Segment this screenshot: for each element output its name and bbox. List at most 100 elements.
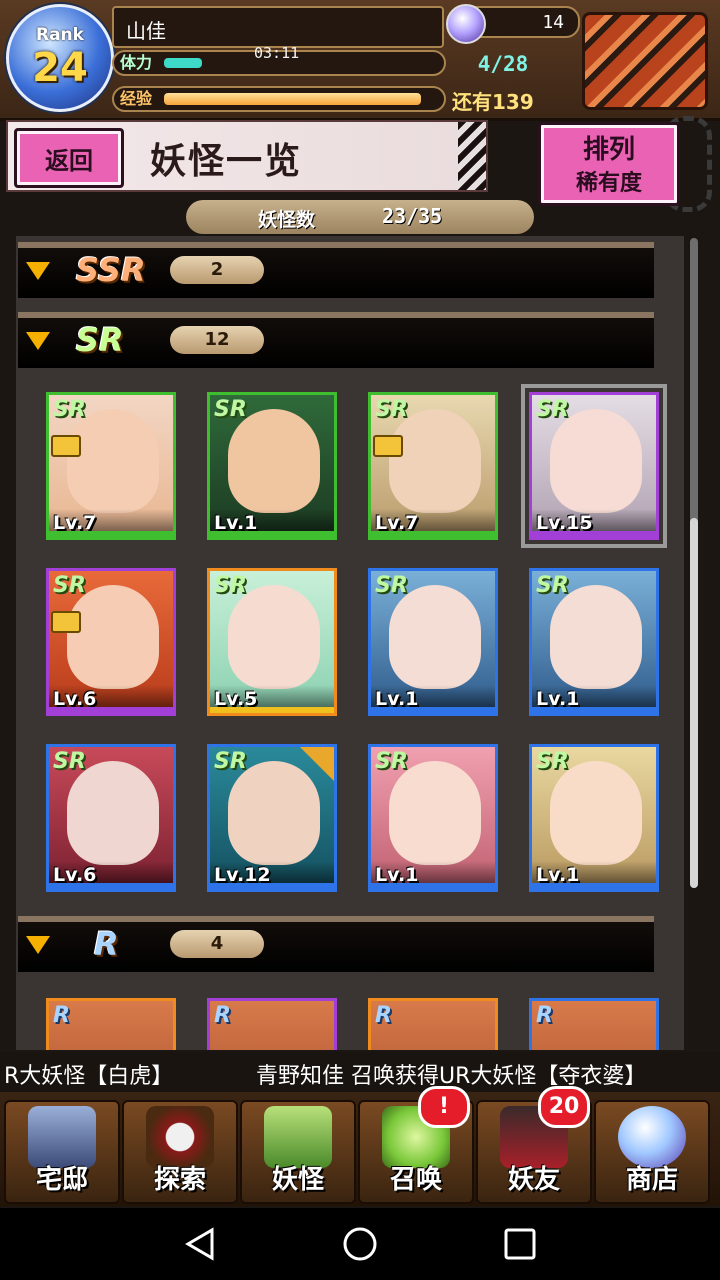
treasure-chest-icon[interactable] bbox=[582, 12, 708, 110]
nav-mansion[interactable]: 宅邸 bbox=[4, 1100, 120, 1204]
rarity-badge: SR bbox=[375, 749, 408, 774]
monster-card[interactable]: SR Lv.1 bbox=[368, 744, 498, 892]
news-ticker: R大妖怪【白虎】 青野知佳 召唤获得UR大妖怪【夺衣婆】 bbox=[0, 1052, 720, 1092]
home-icon[interactable] bbox=[342, 1226, 378, 1262]
ticker-text-left: R大妖怪【白虎】 bbox=[4, 1064, 174, 1089]
monster-card[interactable]: R bbox=[46, 998, 176, 1050]
monster-portrait bbox=[550, 409, 642, 513]
monster-portrait bbox=[389, 761, 481, 865]
rarity-badge: SR bbox=[53, 397, 86, 422]
rarity-badge: SR bbox=[53, 749, 86, 774]
summon-alert-badge: ! bbox=[418, 1086, 470, 1128]
back-button[interactable]: 返回 bbox=[14, 128, 124, 188]
monster-card[interactable]: SR Lv.1 bbox=[207, 392, 337, 540]
nav-label: 妖怪 bbox=[271, 1165, 324, 1195]
monster-count-bar: 妖怪数 23/35 bbox=[186, 200, 534, 234]
rarity-badge: SR bbox=[375, 573, 408, 598]
rank-emblem[interactable]: Rank 24 bbox=[6, 4, 114, 112]
back-button-label: 返回 bbox=[45, 147, 93, 175]
frame-stripe bbox=[532, 531, 656, 537]
monster-portrait bbox=[550, 585, 642, 689]
rarity-badge: SSR bbox=[76, 251, 146, 289]
nav-label: 宅邸 bbox=[35, 1165, 88, 1195]
rarity-badge: SR bbox=[214, 749, 247, 774]
nav-monsters[interactable]: 妖怪 bbox=[240, 1100, 356, 1204]
triangle-down-icon bbox=[26, 936, 50, 954]
recents-icon[interactable] bbox=[502, 1226, 538, 1262]
monster-card[interactable]: SR Lv.7 bbox=[368, 392, 498, 540]
section-count: 2 bbox=[170, 256, 264, 284]
monster-card[interactable]: R bbox=[207, 998, 337, 1050]
stamina-label: 体力 bbox=[120, 53, 153, 72]
scrollbar-thumb[interactable] bbox=[690, 518, 698, 888]
nav-explore[interactable]: 探索 bbox=[122, 1100, 238, 1204]
monster-portrait bbox=[389, 585, 481, 689]
rarity-badge: SR bbox=[214, 573, 247, 598]
monster-card[interactable]: SR Lv.5 bbox=[207, 568, 337, 716]
stamina-bar: 体力 03:11 bbox=[112, 44, 446, 76]
rarity-badge: R bbox=[94, 925, 119, 963]
list-scrollbar[interactable] bbox=[690, 238, 698, 888]
stamina-fill bbox=[164, 58, 202, 68]
rarity-badge: SR bbox=[536, 749, 569, 774]
monster-portrait bbox=[67, 409, 159, 513]
frame-stripe bbox=[49, 883, 173, 889]
player-name-box[interactable]: 山佳 bbox=[112, 6, 444, 48]
monster-card-selected[interactable]: SR Lv.15 bbox=[521, 384, 667, 548]
stamina-value: 4/28 bbox=[477, 52, 529, 76]
section-header-sr[interactable]: SR 12 bbox=[18, 312, 654, 368]
rarity-badge: SR bbox=[536, 397, 569, 422]
nav-label: 探索 bbox=[153, 1165, 206, 1195]
section-header-ssr[interactable]: SSR 2 bbox=[18, 242, 654, 298]
lock-icon bbox=[51, 611, 81, 633]
monster-card[interactable]: SR Lv.6 bbox=[46, 568, 176, 716]
monster-card[interactable]: SR Lv.1 bbox=[529, 744, 659, 892]
player-name: 山佳 bbox=[126, 19, 166, 43]
triangle-down-icon bbox=[26, 262, 50, 280]
back-icon[interactable] bbox=[182, 1226, 218, 1262]
rank-value: 24 bbox=[32, 45, 88, 91]
sort-button-value: 稀有度 bbox=[575, 171, 642, 196]
rarity-badge: SR bbox=[536, 573, 569, 598]
system-navigation-bar bbox=[0, 1208, 720, 1280]
monster-count-value: 23/35 bbox=[382, 204, 443, 228]
frame-stripe bbox=[532, 883, 656, 889]
friends-count-badge: 20 bbox=[538, 1086, 590, 1128]
nav-label: 召唤 bbox=[389, 1165, 442, 1195]
rank-label: Rank bbox=[36, 25, 84, 45]
nav-label: 商店 bbox=[625, 1165, 678, 1195]
monster-portrait bbox=[67, 585, 159, 689]
exp-label: 经验 bbox=[120, 89, 153, 108]
monster-portrait bbox=[389, 409, 481, 513]
monster-list[interactable]: SSR 2 SR 12 SR Lv.7 SR Lv.1 SR Lv.7 SR L… bbox=[16, 236, 684, 1050]
monster-card[interactable]: R bbox=[529, 998, 659, 1050]
monster-portrait bbox=[228, 585, 320, 689]
rarity-badge: SR bbox=[53, 573, 86, 598]
sort-button[interactable]: 排列 稀有度 bbox=[538, 122, 680, 206]
triangle-down-icon bbox=[26, 332, 50, 350]
monster-card[interactable]: SR Lv.6 bbox=[46, 744, 176, 892]
monster-card[interactable]: R bbox=[368, 998, 498, 1050]
monster-card[interactable]: SR Lv.1 bbox=[529, 568, 659, 716]
frame-stripe bbox=[49, 707, 173, 713]
frame-stripe bbox=[532, 707, 656, 713]
sort-button-label: 排列 bbox=[582, 135, 635, 165]
exp-fill bbox=[164, 93, 421, 105]
monster-card[interactable]: SR Lv.1 bbox=[368, 568, 498, 716]
monster-portrait bbox=[228, 409, 320, 513]
bottom-navigation: 宅邸 探索 妖怪 召唤 ! 妖友 20 商店 bbox=[0, 1086, 720, 1206]
header-decoration bbox=[458, 122, 486, 190]
gem-counter[interactable]: 14 bbox=[446, 4, 580, 44]
monster-portrait bbox=[67, 761, 159, 865]
monster-card[interactable]: SR Lv.12 bbox=[207, 744, 337, 892]
nav-shop[interactable]: 商店 bbox=[594, 1100, 710, 1204]
monster-card[interactable]: SR Lv.7 bbox=[46, 392, 176, 540]
frame-stripe bbox=[210, 707, 334, 713]
gem-count: 14 bbox=[542, 12, 564, 33]
monster-portrait bbox=[550, 761, 642, 865]
section-header-r[interactable]: R 4 bbox=[18, 916, 654, 972]
rarity-badge: SR bbox=[214, 397, 247, 422]
section-count: 4 bbox=[170, 930, 264, 958]
exp-remaining: 还有139 bbox=[452, 90, 534, 114]
nav-label: 妖友 bbox=[507, 1165, 560, 1195]
